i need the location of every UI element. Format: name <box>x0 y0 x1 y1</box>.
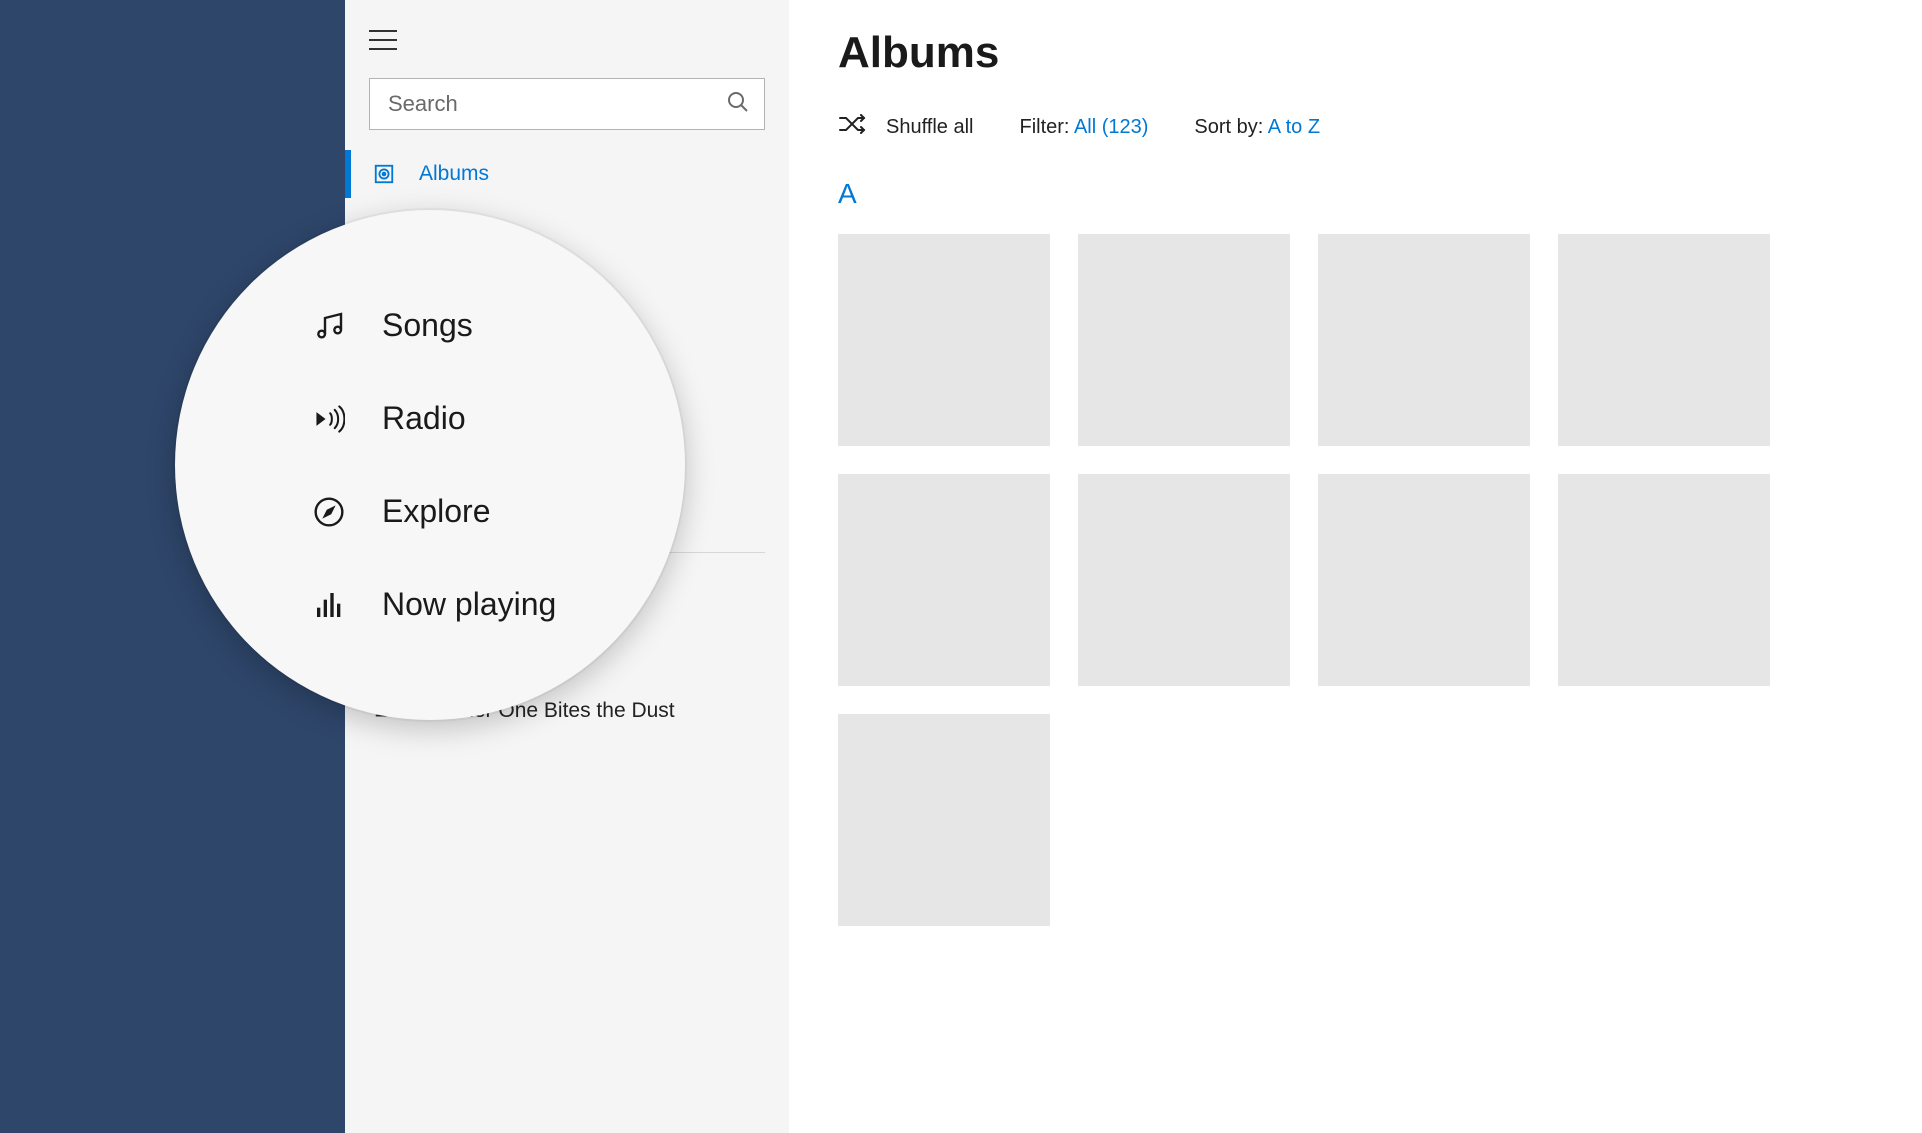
sidebar-item-now-playing[interactable]: Now playing <box>310 586 685 623</box>
filter-dropdown[interactable]: Filter: All (123) <box>1019 116 1148 139</box>
album-tile[interactable] <box>838 714 1050 926</box>
filter-value: All (123) <box>1074 116 1148 138</box>
sidebar-item-explore[interactable]: Explore <box>310 493 685 530</box>
sidebar-item-label: Radio <box>382 400 466 437</box>
album-tile[interactable] <box>1078 234 1290 446</box>
album-tile[interactable] <box>1558 474 1770 686</box>
album-tile[interactable] <box>1318 234 1530 446</box>
filter-label-prefix: Filter: <box>1019 116 1073 138</box>
page-title: Albums <box>838 28 1874 78</box>
shuffle-all-button[interactable]: Shuffle all <box>838 114 973 140</box>
magnifier-zoom-overlay: Songs Radio Explore <box>175 210 685 720</box>
toolbar: Shuffle all Filter: All (123) Sort by: A… <box>838 114 1874 140</box>
search-input[interactable] <box>388 91 726 117</box>
sidebar-item-label: Songs <box>382 307 473 344</box>
album-grid <box>838 234 1874 926</box>
sort-dropdown[interactable]: Sort by: A to Z <box>1194 116 1320 139</box>
sort-label-prefix: Sort by: <box>1194 116 1267 138</box>
hamburger-menu-button[interactable] <box>369 30 397 50</box>
search-box[interactable] <box>369 78 765 130</box>
sidebar-item-label: Albums <box>419 162 489 186</box>
album-tile[interactable] <box>1078 474 1290 686</box>
radio-icon <box>310 403 348 435</box>
album-tile[interactable] <box>1318 474 1530 686</box>
compass-icon <box>310 496 348 528</box>
sidebar-item-radio[interactable]: Radio <box>310 400 685 437</box>
sort-value: A to Z <box>1268 116 1320 138</box>
sidebar-item-albums[interactable]: Albums <box>345 144 789 204</box>
shuffle-label: Shuffle all <box>886 116 973 139</box>
main-content: Albums Shuffle all Filter: All (123) Sor… <box>790 0 1922 1133</box>
music-note-icon <box>310 310 348 342</box>
search-icon[interactable] <box>726 90 750 119</box>
sidebar-item-label: Explore <box>382 493 491 530</box>
album-tile[interactable] <box>838 474 1050 686</box>
sidebar-item-label: Now playing <box>382 586 556 623</box>
shuffle-icon <box>838 114 866 140</box>
albums-icon <box>373 163 403 185</box>
album-tile[interactable] <box>1558 234 1770 446</box>
equalizer-icon <box>310 589 348 621</box>
section-letter-heading[interactable]: A <box>838 178 1874 210</box>
sidebar-item-songs[interactable]: Songs <box>310 307 685 344</box>
album-tile[interactable] <box>838 234 1050 446</box>
